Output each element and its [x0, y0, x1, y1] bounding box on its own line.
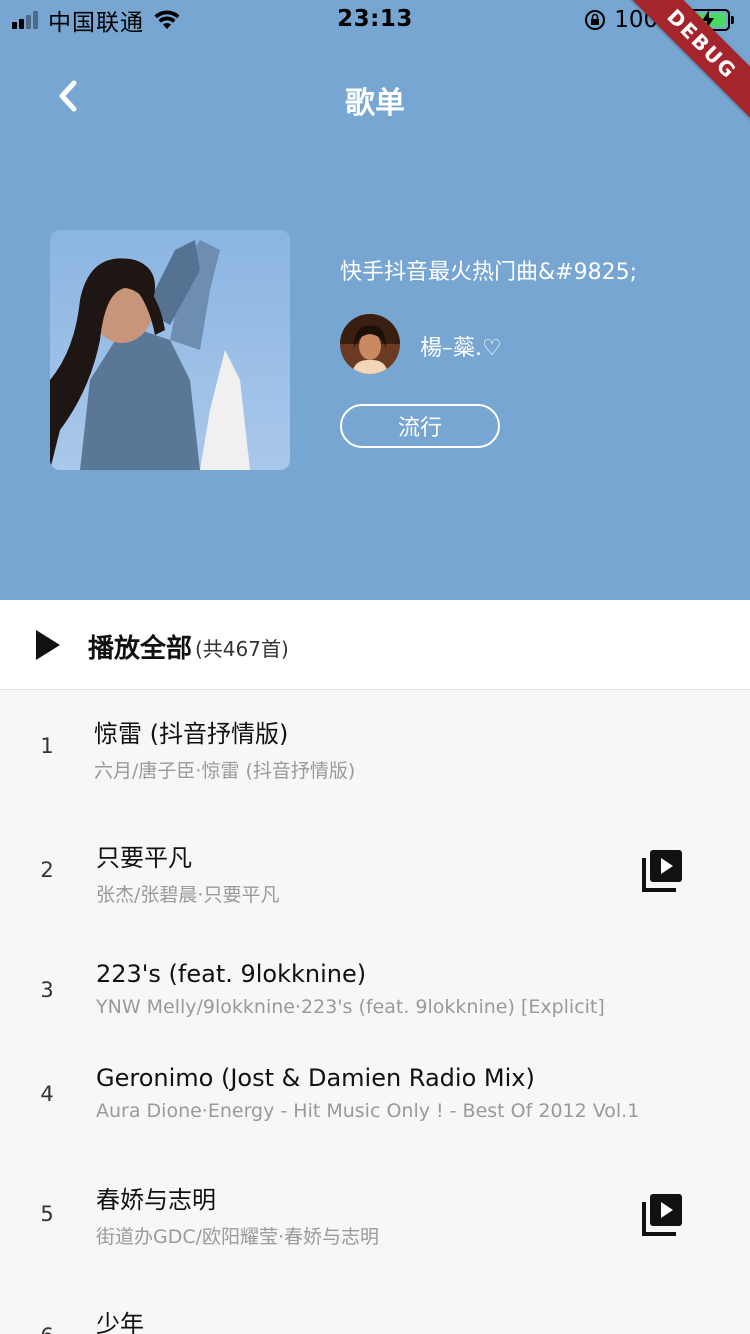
status-bar: 中国联通 23:13 100% [0, 0, 750, 40]
song-index: 5 [40, 1202, 54, 1226]
page-title: 歌单 [345, 86, 405, 121]
song-row[interactable]: 3 223's (feat. 9lokknine) YNW Melly/9lok… [0, 930, 750, 1040]
song-index: 6 [36, 1324, 58, 1334]
song-subtitle: 街道办GDC/欧阳耀莹·春娇与志明 [96, 1226, 380, 1248]
song-subtitle: YNW Melly/9lokknine·223's (feat. 9lokkni… [96, 996, 605, 1018]
playlist-name: 快手抖音最火热门曲&#9825; [340, 260, 637, 285]
song-row[interactable]: 1 惊雷 (抖音抒情版) 六月/唐子臣·惊雷 (抖音抒情版) [0, 690, 750, 810]
song-count: (共467首) [195, 637, 289, 661]
song-row[interactable]: 6 少年 [0, 1270, 750, 1334]
mv-icon[interactable] [640, 848, 684, 892]
mv-icon[interactable] [640, 1192, 684, 1236]
rotation-lock-icon [585, 10, 606, 30]
play-icon [36, 630, 60, 660]
song-index: 4 [40, 1082, 54, 1106]
play-all-button[interactable]: 播放全部 (共467首) [0, 600, 750, 690]
playlist-cover-image [50, 230, 290, 470]
creator-avatar[interactable] [340, 314, 400, 374]
song-title: 少年 [96, 1310, 144, 1334]
song-index: 2 [40, 858, 54, 882]
song-title: 惊雷 (抖音抒情版) [94, 720, 289, 748]
song-subtitle: 张杰/张碧晨·只要平凡 [96, 884, 280, 906]
song-subtitle: 六月/唐子臣·惊雷 (抖音抒情版) [94, 760, 356, 782]
play-all-label: 播放全部 [88, 634, 193, 664]
creator-name[interactable]: 楊–蘂.♡ [420, 330, 502, 362]
song-subtitle: Aura Dione·Energy - Hit Music Only ! - B… [96, 1100, 640, 1122]
song-title: 只要平凡 [96, 844, 192, 872]
song-title: Geronimo (Jost & Damien Radio Mix) [96, 1064, 535, 1092]
song-index: 3 [40, 978, 54, 1002]
song-row[interactable]: 5 春娇与志明 街道办GDC/欧阳耀莹·春娇与志明 [0, 1150, 750, 1270]
song-title: 春娇与志明 [96, 1186, 216, 1214]
tag-button[interactable]: 流行 [340, 404, 500, 448]
song-row[interactable]: 4 Geronimo (Jost & Damien Radio Mix) Aur… [0, 1040, 750, 1150]
song-index: 1 [40, 734, 54, 758]
song-title: 223's (feat. 9lokknine) [96, 960, 367, 988]
song-row[interactable]: 2 只要平凡 张杰/张碧晨·只要平凡 [0, 810, 750, 930]
